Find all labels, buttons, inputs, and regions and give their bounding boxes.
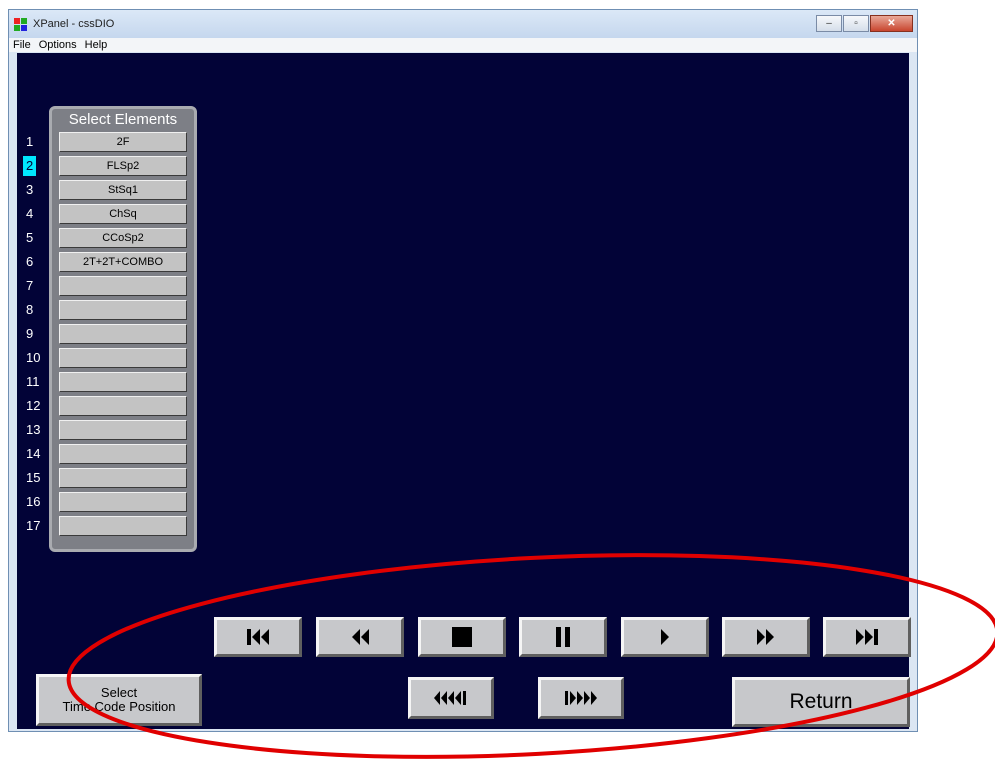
annotation-ellipse — [66, 553, 995, 759]
